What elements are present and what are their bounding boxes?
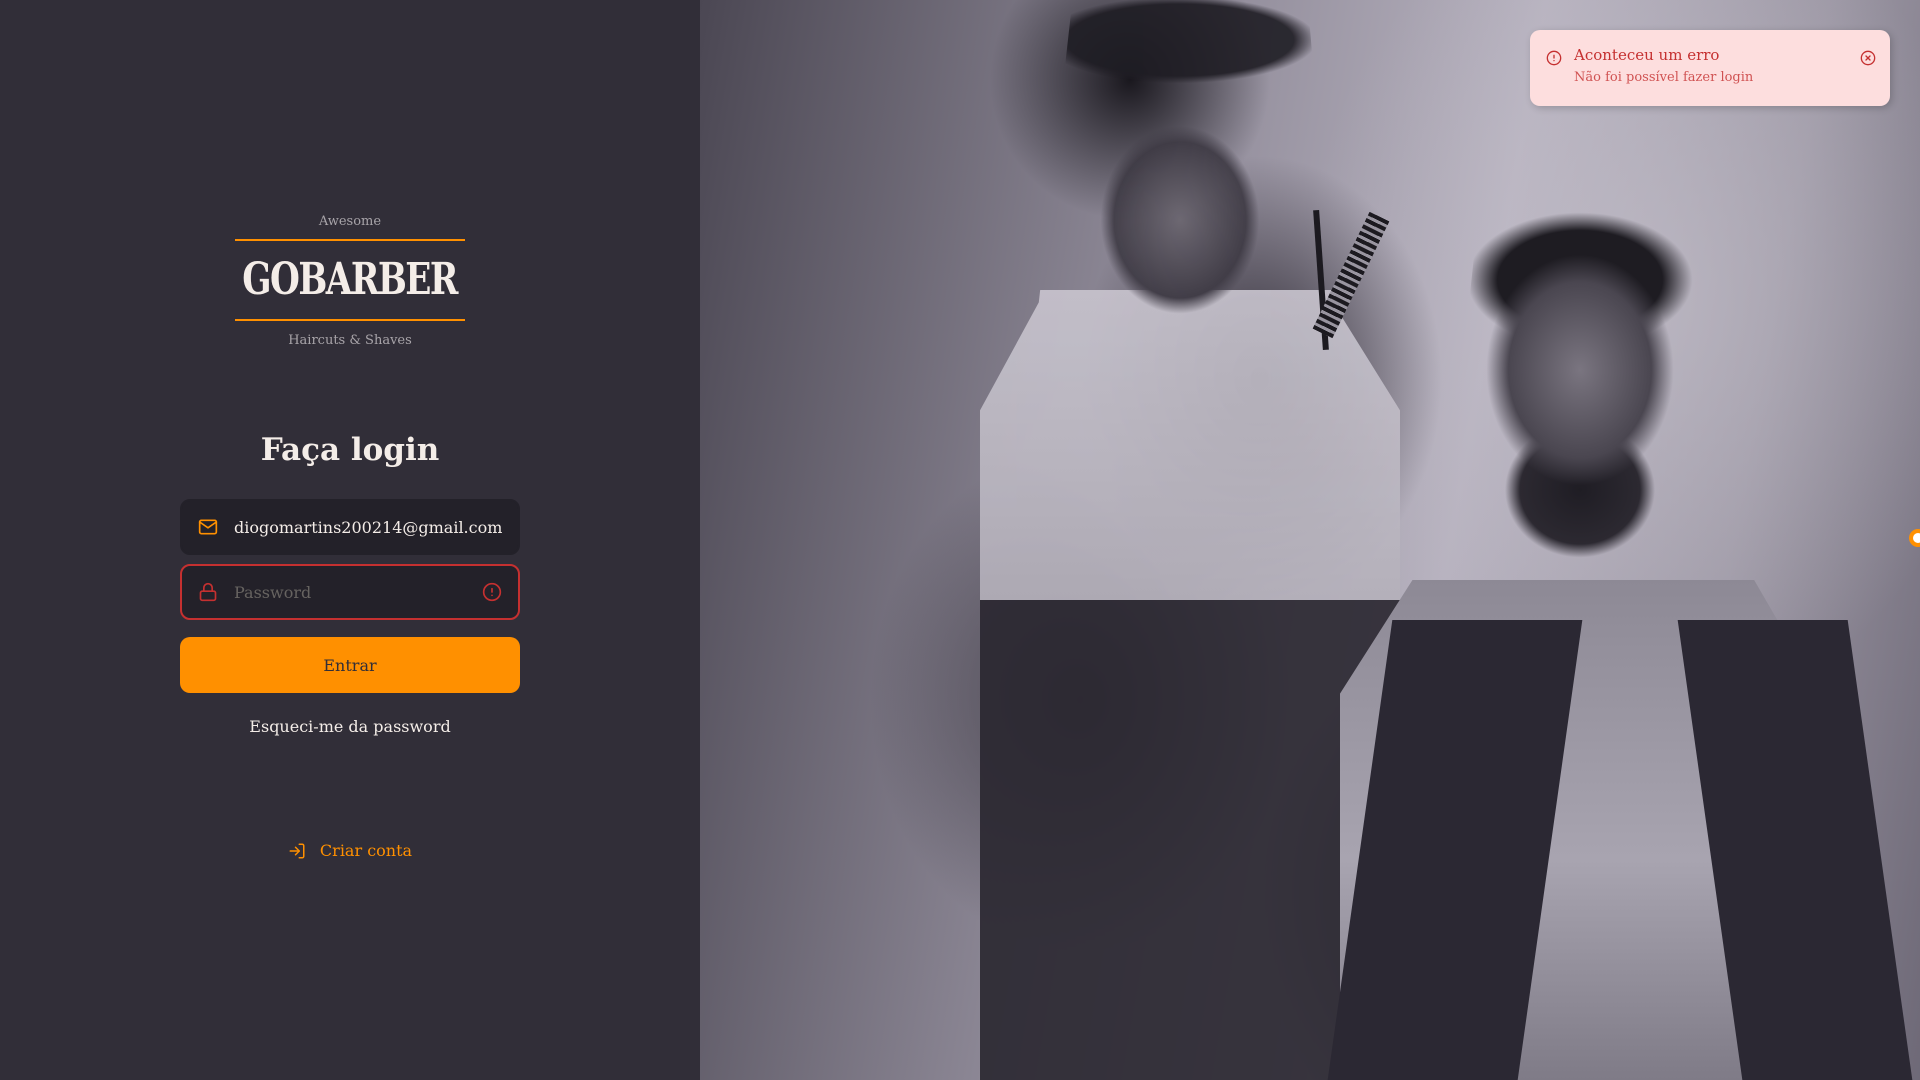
mail-icon	[198, 519, 218, 535]
toast-title: Aconteceu um erro	[1574, 46, 1720, 64]
page-title: Faça login	[260, 432, 440, 468]
login-panel: Awesome GOBARBER Haircuts & Shaves Faça …	[0, 0, 700, 1080]
email-input[interactable]	[234, 501, 502, 553]
x-circle-icon	[1860, 50, 1876, 66]
alert-circle-icon	[1546, 50, 1562, 66]
logo-tagline-top: Awesome	[318, 214, 382, 229]
password-input[interactable]	[234, 566, 482, 618]
logo-tagline-bottom: Haircuts & Shaves	[288, 333, 412, 348]
lock-icon	[199, 582, 217, 602]
logo-divider-bottom	[235, 319, 465, 321]
background-photo	[700, 0, 1920, 1080]
submit-button[interactable]: Entrar	[180, 637, 520, 693]
photo-barber	[980, 0, 1400, 1080]
logo-wordmark: GOBARBER	[242, 254, 459, 305]
alert-circle-icon	[482, 582, 502, 602]
toast-close-button[interactable]	[1860, 50, 1876, 69]
create-account-label: Criar conta	[319, 841, 413, 860]
create-account-link[interactable]: Criar conta	[180, 841, 520, 860]
gobarber-logo: Awesome GOBARBER Haircuts & Shaves	[235, 214, 465, 348]
forgot-password-link[interactable]: Esqueci-me da password	[180, 717, 520, 736]
logo-mark: GOBARBER	[235, 241, 465, 319]
email-field[interactable]	[180, 499, 520, 555]
log-in-icon	[289, 843, 305, 858]
edge-handle-dot[interactable]	[1909, 529, 1920, 547]
error-toast: Aconteceu um erro Não foi possível fazer…	[1530, 30, 1890, 106]
toast-description: Não foi possível fazer login	[1574, 70, 1754, 85]
password-field[interactable]	[180, 564, 520, 620]
